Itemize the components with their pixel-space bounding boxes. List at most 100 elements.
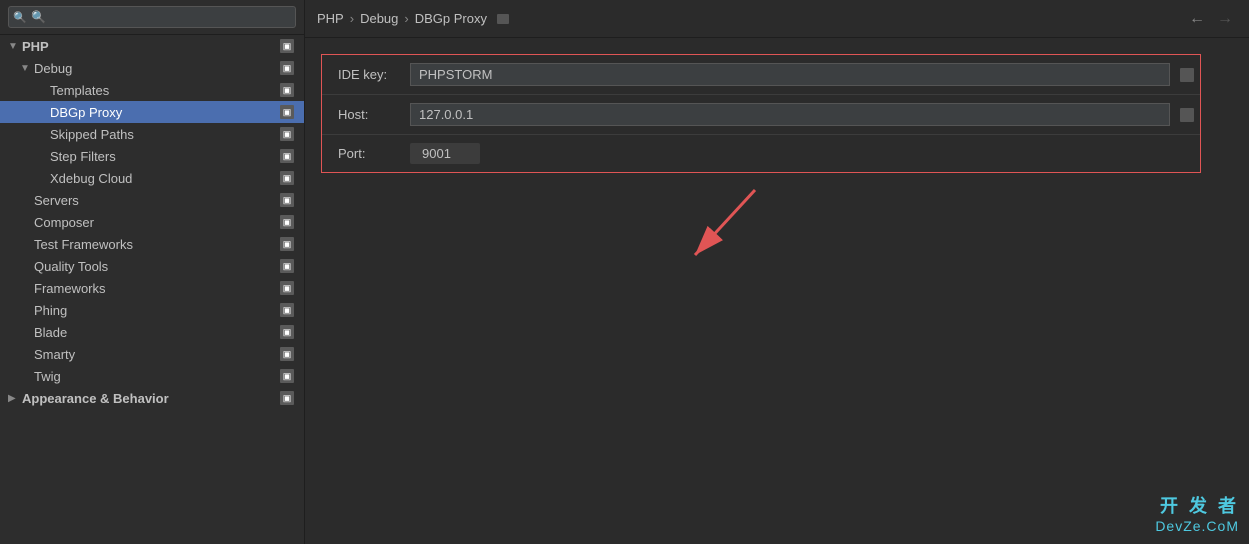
sidebar-item-templates[interactable]: Templates ▣	[0, 79, 304, 101]
breadcrumb-sep-2: ›	[404, 11, 408, 26]
ide-key-input[interactable]: PHPSTORM	[410, 63, 1170, 86]
sidebar-item-label-templates: Templates	[50, 83, 280, 98]
sidebar-item-step-filters[interactable]: Step Filters ▣	[0, 145, 304, 167]
expand-arrow-twig	[20, 371, 34, 382]
sidebar-item-label-skipped-paths: Skipped Paths	[50, 127, 280, 142]
ide-key-value-container: PHPSTORM	[402, 55, 1180, 94]
sidebar-item-label-dbgp-proxy: DBGp Proxy	[50, 105, 280, 120]
sidebar-item-label-frameworks: Frameworks	[34, 281, 280, 296]
breadcrumb-dbgp-proxy: DBGp Proxy	[415, 11, 487, 26]
settings-icon-step-filters: ▣	[280, 149, 294, 163]
sidebar-item-label-servers: Servers	[34, 193, 280, 208]
host-label: Host:	[322, 99, 402, 130]
sidebar-item-frameworks[interactable]: Frameworks ▣	[0, 277, 304, 299]
sidebar-item-label-xdebug-cloud: Xdebug Cloud	[50, 171, 280, 186]
sidebar-item-xdebug-cloud[interactable]: Xdebug Cloud ▣	[0, 167, 304, 189]
expand-arrow-debug: ▼	[20, 63, 34, 74]
settings-icon-composer: ▣	[280, 215, 294, 229]
watermark: 开 发 者 DevZe.CoM	[1155, 492, 1239, 534]
expand-arrow-templates	[36, 85, 50, 96]
breadcrumb-sep-1: ›	[350, 11, 354, 26]
expand-arrow-appearance: ▶	[8, 393, 22, 404]
sidebar-item-blade[interactable]: Blade ▣	[0, 321, 304, 343]
sidebar-item-label-composer: Composer	[34, 215, 280, 230]
host-value-container: 127.0.0.1	[402, 95, 1180, 134]
settings-icon-phing: ▣	[280, 303, 294, 317]
expand-arrow-test	[20, 239, 34, 250]
host-input[interactable]: 127.0.0.1	[410, 103, 1170, 126]
form-row-host: Host: 127.0.0.1	[322, 95, 1200, 135]
sidebar-item-label-phing: Phing	[34, 303, 280, 318]
sidebar: 🔍 ▼ PHP ▣ ▼ Debug ▣ Templates ▣ DBGp Pro…	[0, 0, 305, 544]
settings-icon-test: ▣	[280, 237, 294, 251]
breadcrumb-php: PHP	[317, 11, 344, 26]
settings-icon-blade: ▣	[280, 325, 294, 339]
sidebar-item-label-twig: Twig	[34, 369, 280, 384]
sidebar-item-label-step-filters: Step Filters	[50, 149, 280, 164]
sidebar-item-servers[interactable]: Servers ▣	[0, 189, 304, 211]
expand-arrow-phing	[20, 305, 34, 316]
expand-arrow-quality	[20, 261, 34, 272]
expand-arrow-blade	[20, 327, 34, 338]
settings-icon-appearance: ▣	[280, 391, 294, 405]
form-row-port: Port: 9001	[322, 135, 1200, 172]
settings-icon-dbgp: ▣	[280, 105, 294, 119]
port-input[interactable]: 9001	[410, 143, 480, 164]
main-content: PHP › Debug › DBGp Proxy ← → IDE key: PH…	[305, 0, 1249, 544]
breadcrumb-settings-icon	[497, 14, 509, 24]
form-area: IDE key: PHPSTORM Host: 127.0.0.1 Port: …	[305, 38, 1249, 544]
sidebar-item-debug[interactable]: ▼ Debug ▣	[0, 57, 304, 79]
expand-arrow-xdebug	[36, 173, 50, 184]
sidebar-item-twig[interactable]: Twig ▣	[0, 365, 304, 387]
search-icon: 🔍	[13, 11, 27, 24]
form-row-ide-key: IDE key: PHPSTORM	[322, 55, 1200, 95]
sidebar-item-composer[interactable]: Composer ▣	[0, 211, 304, 233]
expand-arrow-dbgp	[36, 107, 50, 118]
sidebar-item-skipped-paths[interactable]: Skipped Paths ▣	[0, 123, 304, 145]
settings-icon-debug: ▣	[280, 61, 294, 75]
settings-icon-smarty: ▣	[280, 347, 294, 361]
nav-forward-button[interactable]: →	[1213, 10, 1237, 28]
sidebar-item-dbgp-proxy[interactable]: DBGp Proxy ▣	[0, 101, 304, 123]
sidebar-item-test-frameworks[interactable]: Test Frameworks ▣	[0, 233, 304, 255]
sidebar-item-smarty[interactable]: Smarty ▣	[0, 343, 304, 365]
expand-arrow-frameworks	[20, 283, 34, 294]
settings-icon-php: ▣	[280, 39, 294, 53]
sidebar-item-quality-tools[interactable]: Quality Tools ▣	[0, 255, 304, 277]
settings-icon-skipped: ▣	[280, 127, 294, 141]
port-value-container: 9001	[402, 135, 1200, 172]
breadcrumb-debug: Debug	[360, 11, 398, 26]
sidebar-item-label-php: PHP	[22, 39, 280, 54]
search-box: 🔍	[0, 0, 304, 35]
breadcrumb-bar: PHP › Debug › DBGp Proxy ← →	[305, 0, 1249, 38]
settings-icon-xdebug: ▣	[280, 171, 294, 185]
expand-arrow-servers	[20, 195, 34, 206]
nav-arrows: ← →	[1185, 10, 1237, 28]
sidebar-item-php[interactable]: ▼ PHP ▣	[0, 35, 304, 57]
ide-key-settings-icon	[1180, 68, 1194, 82]
annotation-arrow	[665, 180, 785, 283]
nav-back-button[interactable]: ←	[1185, 10, 1209, 28]
settings-icon-frameworks: ▣	[280, 281, 294, 295]
settings-icon-twig: ▣	[280, 369, 294, 383]
watermark-line2: DevZe.CoM	[1155, 518, 1239, 534]
port-label: Port:	[322, 138, 402, 169]
breadcrumb: PHP › Debug › DBGp Proxy	[317, 11, 509, 26]
settings-icon-quality: ▣	[280, 259, 294, 273]
watermark-line1: 开 发 者	[1155, 492, 1239, 518]
sidebar-item-label-appearance-behavior: Appearance & Behavior	[22, 391, 280, 406]
sidebar-item-appearance-behavior[interactable]: ▶ Appearance & Behavior ▣	[0, 387, 304, 409]
expand-arrow-step-filters	[36, 151, 50, 162]
host-settings-icon	[1180, 108, 1194, 122]
settings-tree: ▼ PHP ▣ ▼ Debug ▣ Templates ▣ DBGp Proxy…	[0, 35, 304, 544]
search-wrapper: 🔍	[8, 6, 296, 28]
form-panel: IDE key: PHPSTORM Host: 127.0.0.1 Port: …	[321, 54, 1201, 173]
expand-arrow-smarty	[20, 349, 34, 360]
expand-arrow-skipped	[36, 129, 50, 140]
sidebar-item-label-smarty: Smarty	[34, 347, 280, 362]
settings-icon-servers: ▣	[280, 193, 294, 207]
search-input[interactable]	[8, 6, 296, 28]
sidebar-item-label-test-frameworks: Test Frameworks	[34, 237, 280, 252]
sidebar-item-phing[interactable]: Phing ▣	[0, 299, 304, 321]
sidebar-item-label-debug: Debug	[34, 61, 280, 76]
